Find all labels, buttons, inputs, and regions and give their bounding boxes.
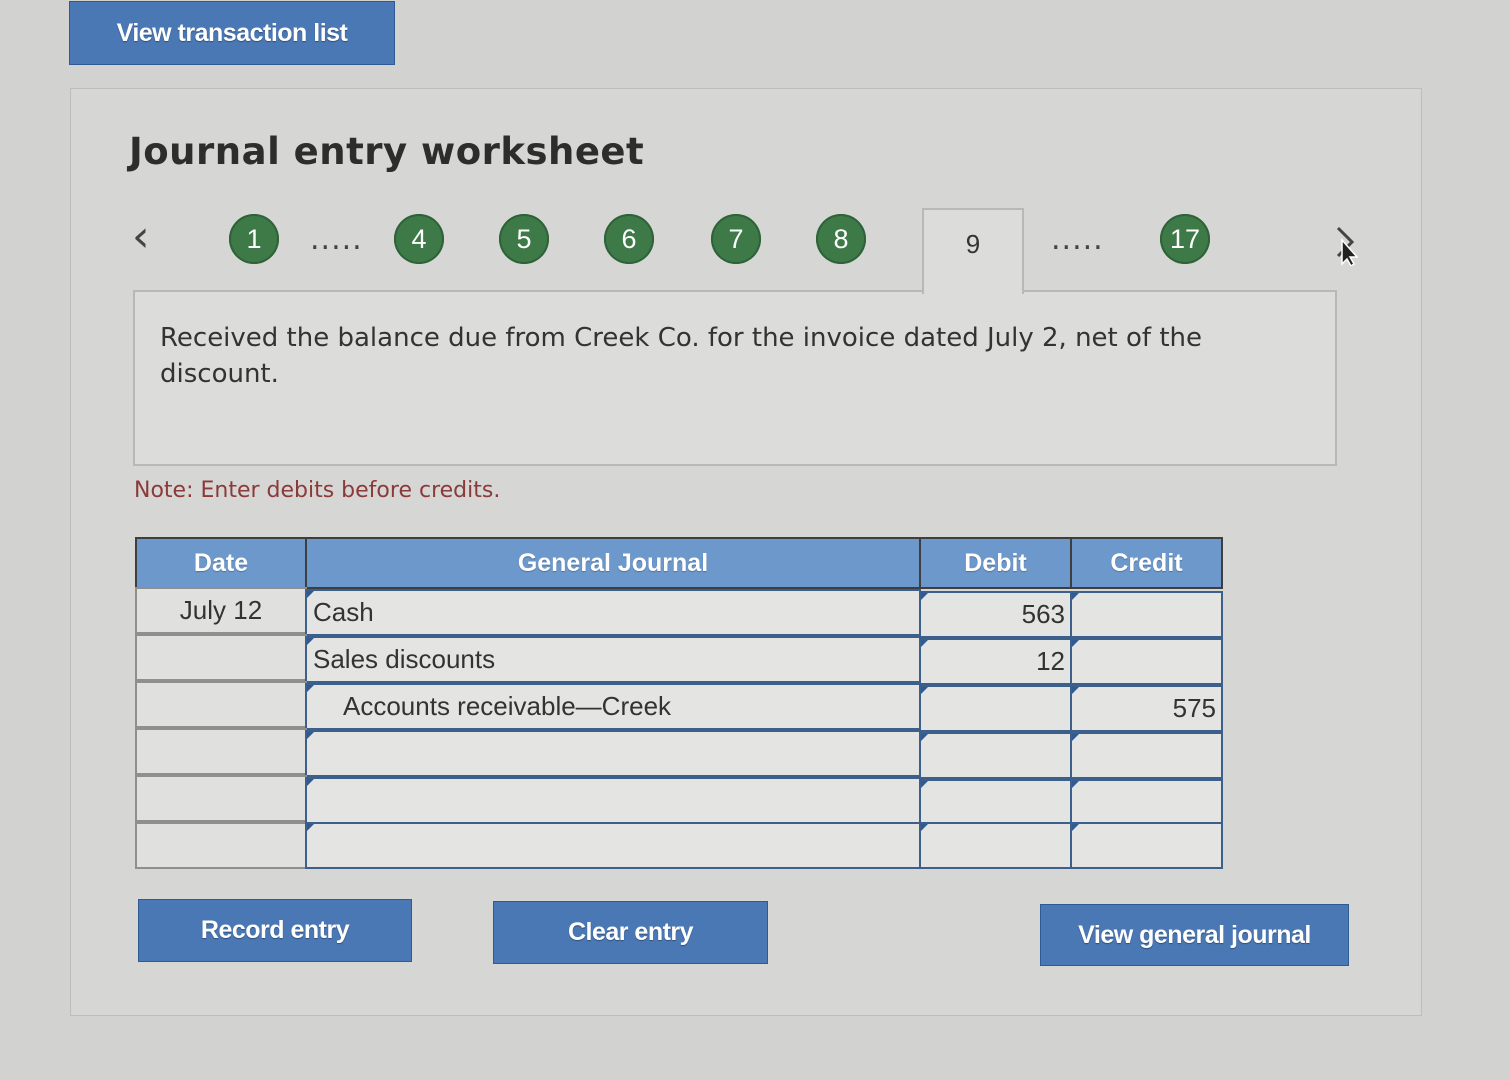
date-cell — [135, 634, 307, 681]
dropdown-marker-icon — [307, 824, 314, 831]
input-marker-icon — [921, 593, 928, 600]
record-entry-button[interactable]: Record entry — [138, 899, 412, 962]
worksheet-title: Journal entry worksheet — [129, 130, 645, 173]
step-17-button[interactable]: 17 — [1160, 214, 1210, 264]
credit-column-header: Credit — [1070, 537, 1223, 589]
credit-input[interactable] — [1070, 732, 1223, 779]
step-4-button[interactable]: 4 — [394, 214, 444, 264]
account-input[interactable]: Accounts receivable—Creek — [305, 683, 921, 730]
date-cell — [135, 681, 307, 728]
input-marker-icon — [1072, 640, 1079, 647]
steps-ellipsis-end: ..... — [1051, 222, 1104, 257]
debit-input[interactable] — [919, 779, 1072, 826]
step-6-button[interactable]: 6 — [604, 214, 654, 264]
account-value: Accounts receivable—Creek — [343, 691, 672, 721]
debit-value: 563 — [1021, 599, 1065, 629]
steps-ellipsis: ..... — [310, 222, 363, 257]
description-text: Received the balance due from Creek Co. … — [160, 323, 1202, 389]
step-5-button[interactable]: 5 — [499, 214, 549, 264]
previous-step-icon[interactable]: ‹ — [132, 215, 162, 259]
debit-column-header: Debit — [919, 537, 1072, 589]
account-input[interactable] — [305, 822, 921, 869]
credit-value: 575 — [1172, 693, 1216, 723]
dropdown-marker-icon — [307, 591, 314, 598]
account-input[interactable] — [305, 777, 921, 824]
date-cell — [135, 775, 307, 822]
step-1-button[interactable]: 1 — [229, 214, 279, 264]
view-transaction-list-button[interactable]: View transaction list — [69, 1, 395, 65]
input-marker-icon — [921, 734, 928, 741]
dropdown-marker-icon — [307, 685, 314, 692]
account-value: Cash — [313, 597, 374, 627]
debit-input[interactable]: 12 — [919, 638, 1072, 685]
dropdown-marker-icon — [307, 638, 314, 645]
input-marker-icon — [1072, 687, 1079, 694]
credit-input[interactable] — [1070, 779, 1223, 826]
credit-input[interactable]: 575 — [1070, 685, 1223, 732]
input-marker-icon — [921, 687, 928, 694]
view-general-journal-button[interactable]: View general journal — [1040, 904, 1349, 966]
input-marker-icon — [1072, 593, 1079, 600]
date-cell: July 12 — [135, 587, 307, 634]
transaction-description: Received the balance due from Creek Co. … — [133, 290, 1337, 466]
account-input[interactable]: Sales discounts — [305, 636, 921, 683]
credit-input[interactable] — [1070, 591, 1223, 638]
credit-input[interactable] — [1070, 822, 1223, 869]
account-value: Sales discounts — [313, 644, 496, 674]
clear-entry-button[interactable]: Clear entry — [493, 901, 768, 964]
general-journal-table: Date General Journal Debit Credit July 1… — [135, 537, 1223, 869]
account-input[interactable] — [305, 730, 921, 777]
input-marker-icon — [1072, 781, 1079, 788]
input-marker-icon — [921, 781, 928, 788]
date-column-header: Date — [135, 537, 307, 589]
date-cell — [135, 728, 307, 775]
debits-credits-note: Note: Enter debits before credits. — [134, 478, 501, 503]
step-8-button[interactable]: 8 — [816, 214, 866, 264]
debit-input[interactable]: 563 — [919, 591, 1072, 638]
input-marker-icon — [921, 824, 928, 831]
input-marker-icon — [1072, 824, 1079, 831]
debit-value: 12 — [1036, 646, 1065, 676]
input-marker-icon — [921, 640, 928, 647]
next-step-icon[interactable] — [1334, 226, 1362, 266]
dropdown-marker-icon — [307, 779, 314, 786]
account-input[interactable]: Cash — [305, 589, 921, 636]
date-cell — [135, 822, 307, 869]
step-9-tab-active[interactable]: 9 — [922, 208, 1024, 294]
debit-input[interactable] — [919, 822, 1072, 869]
debit-input[interactable] — [919, 732, 1072, 779]
general-journal-column-header: General Journal — [305, 537, 921, 589]
dropdown-marker-icon — [307, 732, 314, 739]
debit-input[interactable] — [919, 685, 1072, 732]
input-marker-icon — [1072, 734, 1079, 741]
credit-input[interactable] — [1070, 638, 1223, 685]
step-7-button[interactable]: 7 — [711, 214, 761, 264]
